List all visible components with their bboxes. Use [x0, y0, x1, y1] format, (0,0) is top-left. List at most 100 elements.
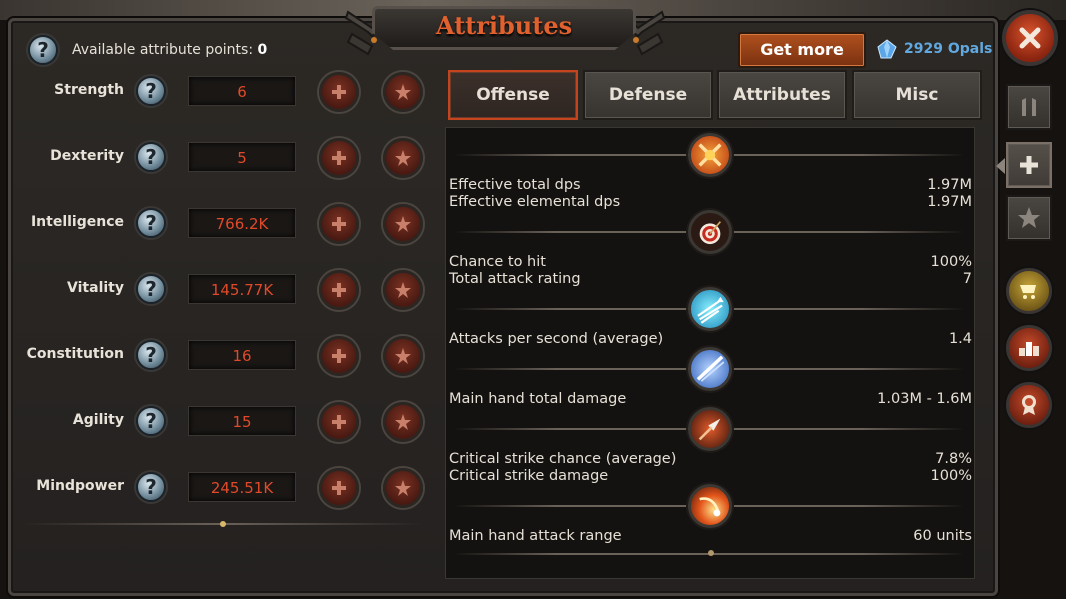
skills-side-tab[interactable]: [1006, 195, 1052, 241]
attribute-row-strength: Strength? 6: [18, 70, 438, 114]
critical-burst-icon: [688, 484, 732, 528]
stat-label: Chance to hit: [449, 254, 546, 270]
stat-row: Chance to hit 100%: [449, 254, 972, 271]
attribute-value: 6: [188, 76, 296, 106]
max-attribute-button[interactable]: [383, 204, 423, 244]
shop-button[interactable]: [1006, 268, 1052, 314]
available-points-text: Available attribute points: 0: [72, 42, 267, 58]
max-attribute-button[interactable]: [383, 270, 423, 310]
stat-row: Total attack rating 7: [449, 271, 972, 288]
attribute-value: 145.77K: [188, 274, 296, 304]
stat-value: 100%: [930, 254, 972, 270]
tab-attributes[interactable]: Attributes: [717, 70, 847, 120]
increase-attribute-button[interactable]: [319, 204, 359, 244]
get-more-button[interactable]: Get more: [738, 32, 866, 68]
increase-attribute-button[interactable]: [319, 270, 359, 310]
stat-row: Main hand attack range 60 units: [449, 528, 972, 545]
tab-defense[interactable]: Defense: [583, 70, 713, 120]
star-icon: [395, 348, 411, 364]
increase-attribute-button[interactable]: [319, 468, 359, 508]
help-icon[interactable]: ?: [28, 35, 58, 65]
increase-attribute-button[interactable]: [319, 402, 359, 442]
stat-label: Critical strike damage: [449, 468, 609, 484]
help-icon[interactable]: ?: [136, 76, 166, 106]
divider-ornament: [708, 550, 714, 556]
available-points-value: 0: [257, 42, 268, 58]
attribute-value: 766.2K: [188, 208, 296, 238]
stat-label: Critical strike chance (average): [449, 451, 677, 467]
plus-icon: [332, 85, 346, 99]
stat-label: Effective total dps: [449, 177, 581, 193]
shop-cart-icon: [1020, 285, 1036, 299]
tab-offense[interactable]: Offense: [448, 70, 578, 120]
attribute-row-mindpower: Mindpower? 245.51K: [18, 466, 438, 510]
attribute-value: 15: [188, 406, 296, 436]
tab-misc[interactable]: Misc: [852, 70, 982, 120]
max-attribute-button[interactable]: [383, 138, 423, 178]
close-icon: [1019, 27, 1041, 49]
attribute-row-agility: Agility? 15: [18, 400, 438, 444]
plus-icon: [332, 415, 346, 429]
active-tab-arrow-icon: [996, 158, 1005, 174]
character-tab[interactable]: [1006, 84, 1052, 130]
stat-label: Main hand attack range: [449, 528, 622, 544]
close-button[interactable]: [1002, 10, 1058, 66]
target-icon: [688, 210, 732, 254]
attribute-row-vitality: Vitality? 145.77K: [18, 268, 438, 312]
attribute-value: 16: [188, 340, 296, 370]
ranking-podium-icon: [1019, 342, 1039, 356]
plus-icon: [332, 481, 346, 495]
achievements-button[interactable]: [1006, 382, 1052, 428]
max-attribute-button[interactable]: [383, 336, 423, 376]
help-icon[interactable]: ?: [136, 340, 166, 370]
offense-stats-panel: Effective total dps 1.97M Effective eleme…: [445, 127, 975, 579]
max-attribute-button[interactable]: [383, 72, 423, 112]
attribute-row-constitution: Constitution? 16: [18, 334, 438, 378]
arrows-speed-icon: [688, 287, 732, 331]
star-icon: [395, 84, 411, 100]
opal-gem-icon: [877, 39, 897, 59]
attribute-label: Constitution: [26, 346, 124, 362]
opals-text: 2929 Opals: [904, 41, 993, 57]
help-icon[interactable]: ?: [136, 274, 166, 304]
stat-value: 1.97M: [927, 194, 972, 210]
help-icon[interactable]: ?: [136, 208, 166, 238]
attributes-side-tab[interactable]: [1006, 142, 1052, 188]
stat-value: 1.4: [948, 331, 972, 347]
available-points-label: Available attribute points:: [72, 42, 254, 58]
award-ribbon-icon: [1022, 395, 1036, 415]
stat-value: 60 units: [913, 528, 972, 544]
star-icon: [1018, 207, 1040, 228]
max-attribute-button[interactable]: [383, 402, 423, 442]
star-icon: [395, 150, 411, 166]
attribute-label: Dexterity: [50, 148, 124, 164]
attribute-label: Intelligence: [30, 214, 124, 230]
stat-row: Critical strike damage 100%: [449, 468, 972, 485]
stat-label: Effective elemental dps: [449, 194, 621, 210]
attribute-label: Strength: [54, 82, 124, 98]
stat-value: 1.03M - 1.6M: [877, 391, 972, 407]
max-attribute-button[interactable]: [383, 468, 423, 508]
attribute-row-dexterity: Dexterity? 5: [18, 136, 438, 180]
stat-value: 7: [962, 271, 972, 287]
plus-icon: [1020, 156, 1038, 174]
plus-icon: [332, 283, 346, 297]
increase-attribute-button[interactable]: [319, 138, 359, 178]
stat-value: 7.8%: [935, 451, 972, 467]
stat-row: Main hand total damage 1.03M - 1.6M: [449, 391, 972, 408]
blade-slash-icon: [688, 347, 732, 391]
star-icon: [395, 480, 411, 496]
ranking-button[interactable]: [1006, 325, 1052, 371]
opals-balance: 2929 Opals: [876, 38, 992, 60]
help-icon[interactable]: ?: [136, 472, 166, 502]
character-icon: [1022, 98, 1036, 116]
help-icon[interactable]: ?: [136, 406, 166, 436]
star-icon: [395, 282, 411, 298]
increase-attribute-button[interactable]: [319, 72, 359, 112]
star-icon: [395, 414, 411, 430]
plus-icon: [332, 349, 346, 363]
stat-row: Effective total dps 1.97M: [449, 177, 972, 194]
increase-attribute-button[interactable]: [319, 336, 359, 376]
crossed-swords-icon: [688, 133, 732, 177]
help-icon[interactable]: ?: [136, 142, 166, 172]
